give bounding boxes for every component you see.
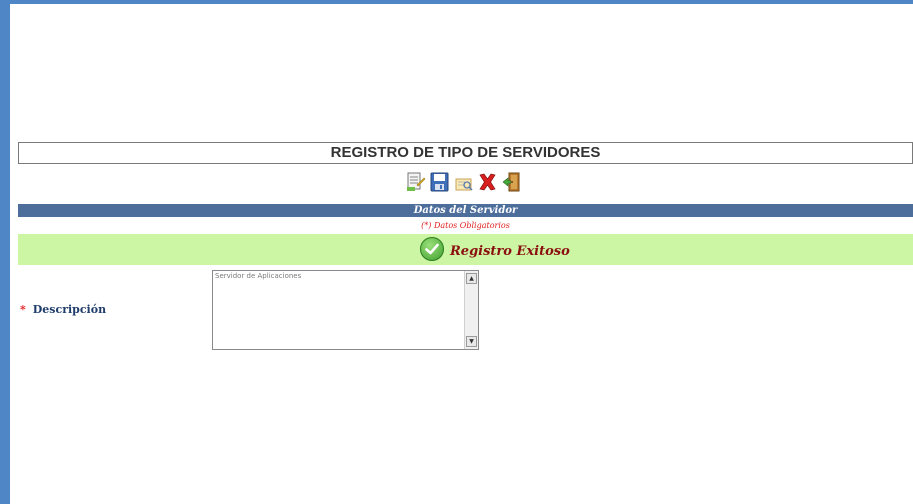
required-fields-note: (*) Datos Obligatorios <box>421 221 510 230</box>
section-header: Datos del Servidor <box>18 204 913 217</box>
save-disk-icon[interactable] <box>429 171 450 193</box>
descripcion-textarea[interactable]: Servidor de Aplicaciones <box>213 271 465 349</box>
descripcion-field-wrapper: Servidor de Aplicaciones ▲ ▼ <box>212 270 479 350</box>
success-banner: Registro Exitoso <box>18 234 913 265</box>
descripcion-label: * Descripción <box>20 303 106 316</box>
required-mark: * <box>20 303 26 316</box>
check-circle-icon <box>420 237 444 261</box>
descripcion-label-text: Descripción <box>32 303 107 316</box>
delete-x-icon[interactable] <box>477 171 498 193</box>
toolbar <box>405 170 522 194</box>
scroll-down-icon[interactable]: ▼ <box>466 336 477 347</box>
exit-door-icon[interactable] <box>501 171 522 193</box>
success-message: Registro Exitoso <box>450 243 570 259</box>
new-document-icon[interactable] <box>405 171 426 193</box>
search-edit-icon[interactable] <box>453 171 474 193</box>
textarea-scrollbar[interactable]: ▲ ▼ <box>464 271 478 349</box>
scroll-up-icon[interactable]: ▲ <box>466 273 477 284</box>
page-title: REGISTRO DE TIPO DE SERVIDORES <box>18 142 913 164</box>
